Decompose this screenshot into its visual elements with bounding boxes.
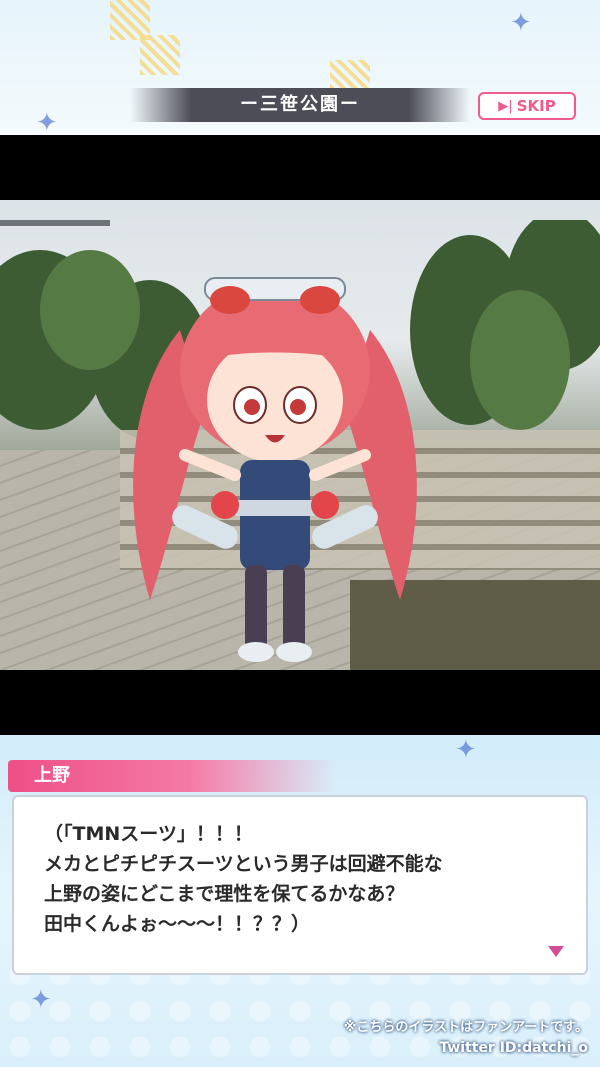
- stripe-decoration: [110, 0, 150, 40]
- dialogue-line-3: 上野の姿にどこまで理性を保てるかなあ？: [44, 883, 405, 905]
- star-icon: ✦: [36, 108, 58, 135]
- skip-button[interactable]: ▶| SKIP: [478, 92, 576, 120]
- fan-art-notice: ※こちらのイラストはファンアートです。: [343, 1020, 588, 1035]
- character-illustration: [133, 277, 417, 662]
- dialogue-line-1: （「TMNスーツ」！！！: [44, 823, 253, 845]
- location-title: ー三笹公園ー: [240, 94, 360, 115]
- scene-viewport: [0, 135, 600, 735]
- stripe-decoration: [140, 35, 180, 75]
- speaker-name-tag: 上野: [8, 760, 338, 792]
- skip-label: SKIP: [516, 97, 556, 115]
- dialogue-line-4: 田中くんよぉ～～～！！？？）: [44, 913, 311, 935]
- play-skip-icon: ▶|: [498, 98, 513, 114]
- dialogue-line-2: メカとピチピチスーツという男子は回避不能な: [44, 853, 443, 875]
- star-icon: ✦: [455, 735, 477, 765]
- speaker-name: 上野: [34, 765, 70, 786]
- scene-image: [0, 200, 600, 670]
- location-bar: ー三笹公園ー: [130, 88, 470, 122]
- next-arrow-icon[interactable]: [548, 946, 564, 957]
- star-icon: ✦: [30, 985, 52, 1015]
- dialogue-box[interactable]: （「TMNスーツ」！！！ メカとピチピチスーツという男子は回避不能な 上野の姿に…: [12, 795, 588, 975]
- star-icon: ✦: [510, 8, 532, 38]
- artist-credit: Twitter ID:datchi_o: [439, 1040, 588, 1056]
